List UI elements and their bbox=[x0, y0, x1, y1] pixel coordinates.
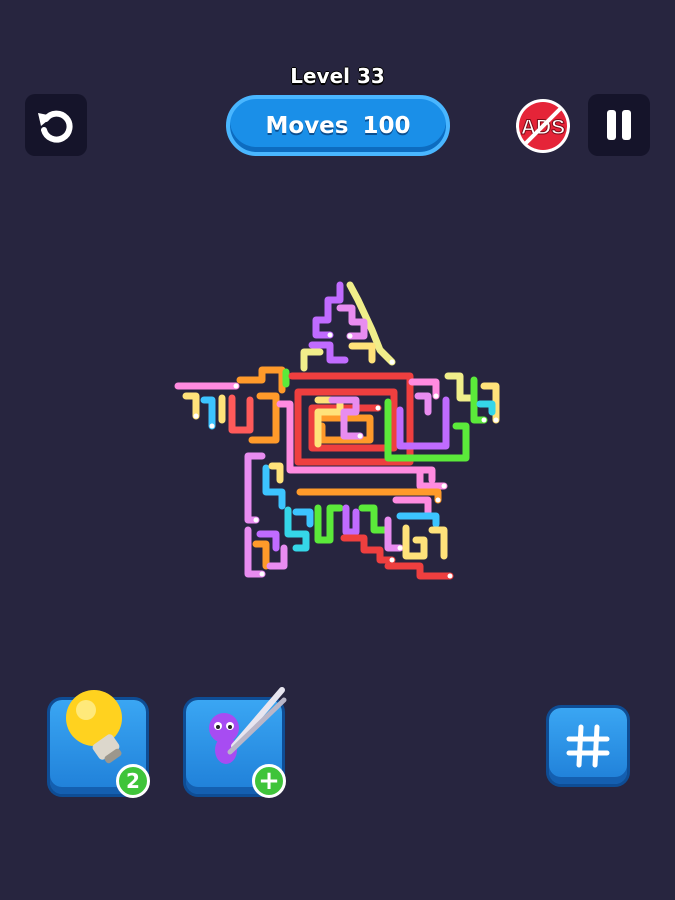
arrow-path[interactable] bbox=[292, 508, 314, 528]
arrow-path[interactable] bbox=[392, 496, 432, 516]
grab-add-badge[interactable]: + bbox=[252, 764, 286, 798]
arrow-path[interactable] bbox=[314, 504, 344, 544]
hint-button[interactable]: 2 bbox=[50, 690, 150, 798]
arrow-path[interactable] bbox=[414, 392, 432, 416]
arrow-path[interactable] bbox=[312, 281, 344, 339]
arrow-path[interactable] bbox=[182, 392, 200, 420]
arrow-path[interactable] bbox=[384, 562, 454, 580]
arrow-path[interactable] bbox=[248, 392, 280, 444]
arrow-path[interactable] bbox=[342, 504, 360, 536]
arrow-path[interactable] bbox=[228, 394, 254, 434]
arrow-path[interactable] bbox=[476, 400, 496, 416]
arrow-path[interactable] bbox=[268, 462, 284, 484]
grab-booster-button[interactable]: + bbox=[186, 687, 287, 798]
arrow-path[interactable] bbox=[236, 366, 286, 394]
hint-count-badge: 2 bbox=[116, 764, 150, 798]
arrow-path[interactable] bbox=[348, 342, 376, 364]
arrow-path[interactable] bbox=[402, 524, 428, 560]
hashtag-grid-icon bbox=[566, 724, 610, 768]
arrow-path[interactable] bbox=[428, 526, 448, 560]
arrow-path[interactable] bbox=[300, 348, 324, 372]
arrow-path[interactable] bbox=[396, 512, 440, 528]
grid-toggle-button[interactable] bbox=[549, 708, 627, 784]
arrow-path[interactable] bbox=[200, 396, 216, 430]
arrow-path[interactable] bbox=[384, 516, 404, 552]
arrow-path[interactable] bbox=[284, 506, 310, 552]
arrow-path[interactable] bbox=[358, 504, 390, 534]
arrow-path[interactable] bbox=[252, 540, 270, 570]
arrow-path[interactable] bbox=[444, 372, 474, 402]
arrow-path[interactable] bbox=[244, 452, 266, 524]
